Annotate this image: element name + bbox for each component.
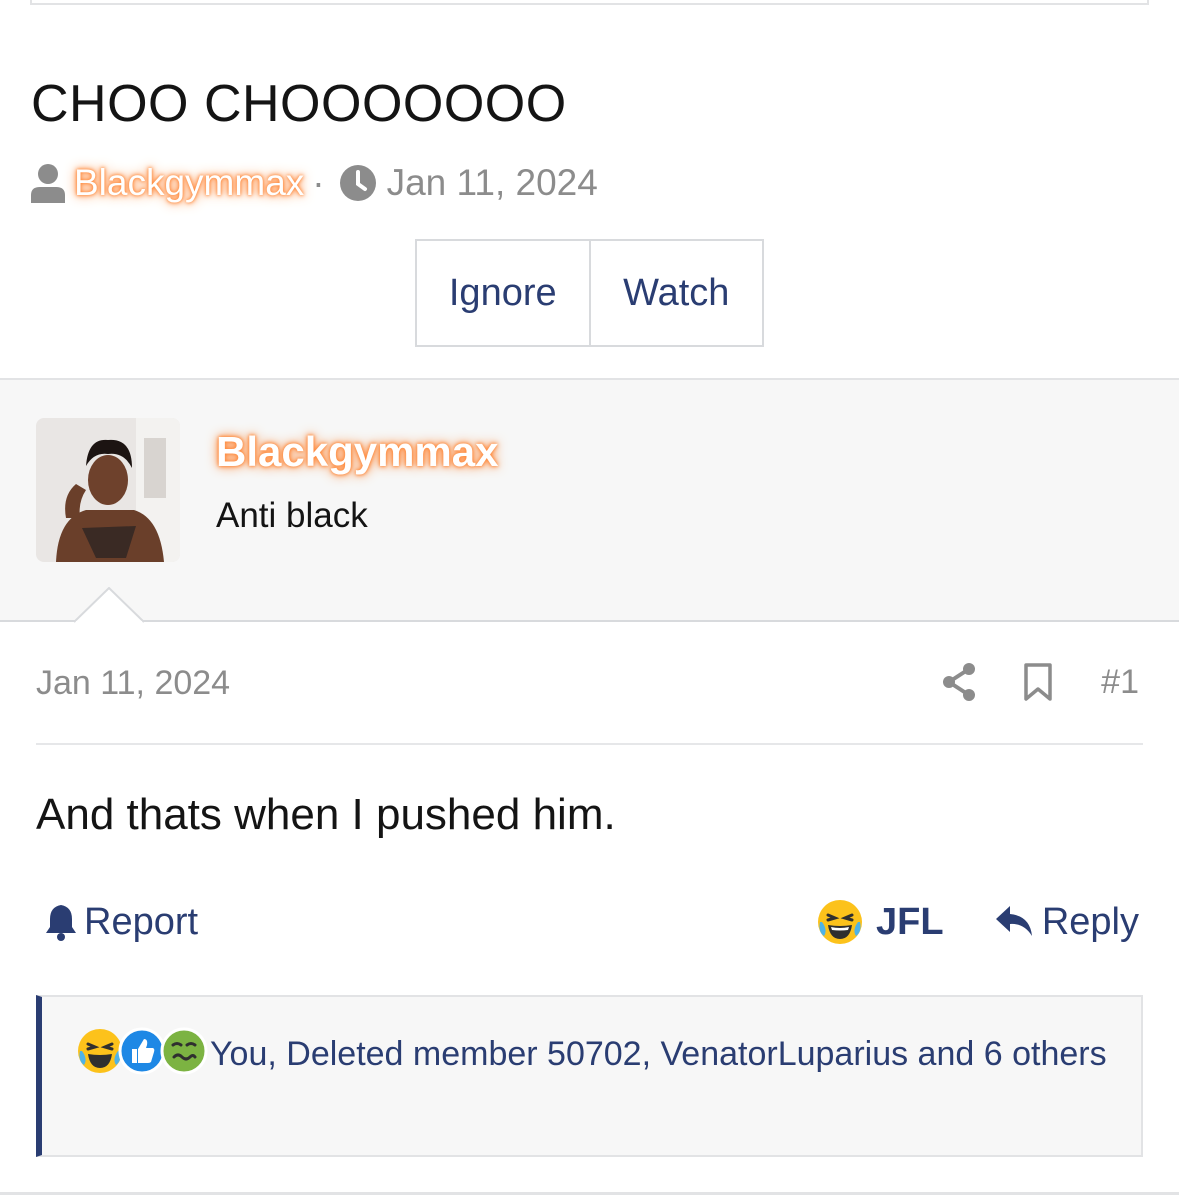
reactions-summary-line: You, Deleted member 50702, VenatorLupari… — [76, 1027, 1141, 1078]
reactions-summary[interactable]: You, Deleted member 50702, VenatorLupari… — [210, 1035, 1107, 1073]
reactions-bar[interactable]: You, Deleted member 50702, VenatorLupari… — [36, 995, 1143, 1157]
top-frame — [30, 0, 1149, 5]
like-icon — [118, 1027, 166, 1075]
thread-date[interactable]: Jan 11, 2024 — [387, 162, 598, 204]
post-actions-top: #1 — [941, 660, 1139, 704]
reaction-icons — [76, 1027, 208, 1075]
share-icon[interactable] — [941, 662, 977, 702]
post-body: And thats when I pushed him. — [36, 790, 616, 839]
watch-button[interactable]: Watch — [588, 241, 762, 345]
thread-meta: Blackgymmax · Jan 11, 2024 — [30, 160, 598, 206]
reaction-button[interactable]: JFL — [816, 898, 944, 946]
bell-icon — [46, 905, 76, 941]
report-link[interactable]: Report — [44, 900, 198, 944]
laughing-emoji-icon — [818, 900, 862, 944]
user-title: Anti black — [216, 496, 368, 535]
reply-label: Reply — [1041, 900, 1139, 943]
thread-author-link[interactable]: Blackgymmax — [74, 162, 304, 204]
bookmark-icon[interactable] — [1023, 663, 1053, 701]
clock-icon — [339, 165, 376, 201]
nauseated-emoji-icon — [160, 1027, 208, 1075]
ignore-button[interactable]: Ignore — [417, 241, 589, 345]
thread-actions: Ignore Watch — [415, 239, 764, 347]
reply-arrow-icon — [995, 906, 1032, 936]
reply-button[interactable]: Reply — [994, 898, 1139, 946]
meta-separator: · — [312, 162, 325, 203]
thread-title: CHOO CHOOOOOOO — [31, 75, 567, 133]
reaction-label: JFL — [876, 900, 944, 943]
post-username[interactable]: Blackgymmax — [216, 428, 499, 476]
report-label: Report — [84, 900, 199, 943]
post-user-block: Blackgymmax Anti black — [0, 378, 1179, 622]
user-icon — [31, 164, 65, 203]
laughing-emoji-icon — [78, 1029, 122, 1073]
user-block-arrow — [74, 587, 144, 623]
post-date[interactable]: Jan 11, 2024 — [36, 664, 230, 703]
post-divider — [36, 743, 1143, 745]
avatar[interactable] — [36, 418, 180, 562]
post-number-link[interactable]: #1 — [1101, 663, 1139, 702]
